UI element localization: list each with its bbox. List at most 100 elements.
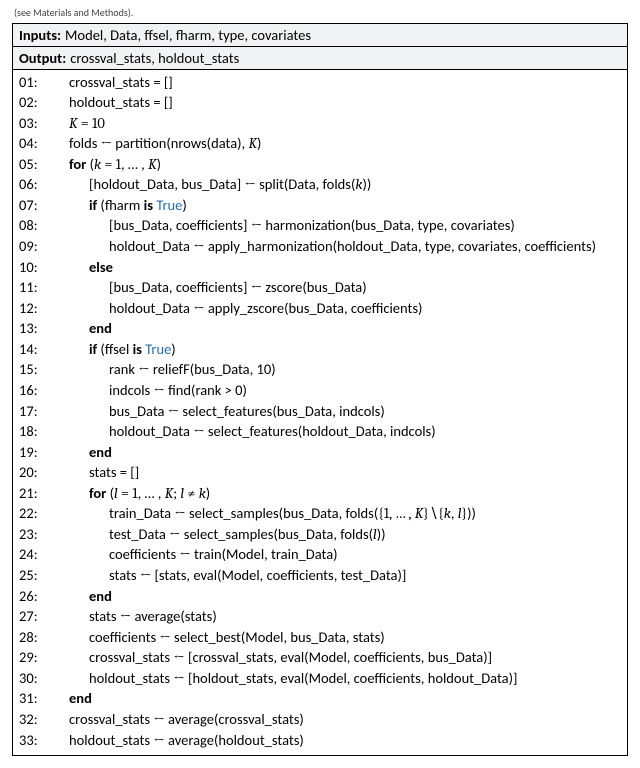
code-text: holdout_stats ← [holdout_stats, eval(Mod… [49, 669, 517, 689]
code-line: 33:holdout_stats ← average(holdout_stats… [13, 730, 627, 751]
line-number: 27: [19, 607, 49, 627]
code-line: 06:[holdout_Data, bus_Data] ← split(Data… [13, 175, 627, 196]
code-text: K = 10 [49, 114, 105, 134]
code-text: if (ffsel is True) [49, 340, 176, 360]
fragment-top: (see Materials and Methods). [14, 6, 628, 19]
line-number: 23: [19, 525, 49, 545]
output-value: crossval_stats, holdout_stats [70, 49, 239, 67]
code-line: 03:K = 10 [13, 113, 627, 134]
line-number: 12: [19, 299, 49, 319]
line-number: 24: [19, 545, 49, 565]
code-text: end [49, 587, 112, 607]
line-number: 14: [19, 340, 49, 360]
code-line: 02:holdout_stats = [] [13, 93, 627, 114]
code-text: test_Data ← select_samples(bus_Data, fol… [49, 525, 386, 545]
line-number: 08: [19, 216, 49, 236]
code-text: coefficients ← train(Model, train_Data) [49, 545, 338, 565]
code-text: train_Data ← select_samples(bus_Data, fo… [49, 504, 476, 524]
code-text: coefficients ← select_best(Model, bus_Da… [49, 628, 385, 648]
line-number: 26: [19, 587, 49, 607]
code-line: 23:test_Data ← select_samples(bus_Data, … [13, 524, 627, 545]
code-line: 04:folds ← partition(nrows(data), K) [13, 134, 627, 155]
code-line: 14:if (ffsel is True) [13, 339, 627, 360]
code-text: end [49, 319, 112, 339]
inputs-label: Inputs: [19, 26, 61, 44]
code-text: crossval_stats ← [crossval_stats, eval(M… [49, 648, 492, 668]
code-line: 15:rank ← reliefF(bus_Data, 10) [13, 360, 627, 381]
line-number: 13: [19, 319, 49, 339]
code-text: if (fharm is True) [49, 196, 187, 216]
code-text: end [49, 443, 112, 463]
code-line: 25:stats ← [stats, eval(Model, coefficie… [13, 566, 627, 587]
line-number: 01: [19, 73, 49, 93]
output-row: Output: crossval_stats, holdout_stats [13, 47, 627, 70]
code-text: crossval_stats ← average(crossval_stats) [49, 710, 304, 730]
code-line: 21:for (l = 1, … , K; l ≠ k) [13, 483, 627, 504]
line-number: 21: [19, 484, 49, 504]
line-number: 09: [19, 237, 49, 257]
code-text: holdout_Data ← apply_zscore(bus_Data, co… [49, 299, 422, 319]
code-text: for (l = 1, … , K; l ≠ k) [49, 484, 210, 504]
line-number: 19: [19, 443, 49, 463]
line-number: 29: [19, 648, 49, 668]
code-line: 31:end [13, 689, 627, 710]
line-number: 11: [19, 278, 49, 298]
code-line: 22:train_Data ← select_samples(bus_Data,… [13, 504, 627, 525]
line-number: 10: [19, 258, 49, 278]
line-number: 31: [19, 689, 49, 709]
line-number: 06: [19, 175, 49, 195]
code-line: 18:holdout_Data ← select_features(holdou… [13, 422, 627, 443]
code-text: crossval_stats = [] [49, 73, 173, 93]
code-text: [bus_Data, coefficients] ← zscore(bus_Da… [49, 278, 367, 298]
code-text: holdout_stats ← average(holdout_stats) [49, 731, 304, 751]
line-number: 04: [19, 134, 49, 154]
line-number: 02: [19, 93, 49, 113]
code-line: 17:bus_Data ← select_features(bus_Data, … [13, 401, 627, 422]
code-line: 30:holdout_stats ← [holdout_stats, eval(… [13, 668, 627, 689]
line-number: 25: [19, 566, 49, 586]
line-number: 22: [19, 504, 49, 524]
inputs-value: Model, Data, ffsel, fharm, type, covaria… [65, 26, 311, 44]
code-text: holdout_stats = [] [49, 93, 173, 113]
code-text: folds ← partition(nrows(data), K) [49, 134, 261, 154]
output-label: Output: [19, 49, 66, 67]
code-line: 10:else [13, 257, 627, 278]
code-text: for (k = 1, … , K) [49, 155, 161, 175]
code-line: 26:end [13, 586, 627, 607]
code-text: holdout_Data ← select_features(holdout_D… [49, 422, 436, 442]
code-line: 28:coefficients ← select_best(Model, bus… [13, 627, 627, 648]
code-line: 08:[bus_Data, coefficients] ← harmonizat… [13, 216, 627, 237]
code-text: stats ← [stats, eval(Model, coefficients… [49, 566, 406, 586]
line-number: 15: [19, 360, 49, 380]
code-line: 09:holdout_Data ← apply_harmonization(ho… [13, 237, 627, 258]
code-text: indcols ← find(rank > 0) [49, 381, 247, 401]
code-line: 16:indcols ← find(rank > 0) [13, 380, 627, 401]
code-text: bus_Data ← select_features(bus_Data, ind… [49, 402, 385, 422]
line-number: 18: [19, 422, 49, 442]
code-line: 05:for (k = 1, … , K) [13, 154, 627, 175]
code-line: 13:end [13, 319, 627, 340]
code-text: rank ← reliefF(bus_Data, 10) [49, 360, 276, 380]
code-line: 07:if (fharm is True) [13, 195, 627, 216]
code-line: 11:[bus_Data, coefficients] ← zscore(bus… [13, 278, 627, 299]
code-line: 20:stats = [] [13, 463, 627, 484]
code-text: [bus_Data, coefficients] ← harmonization… [49, 216, 515, 236]
code-text: stats = [] [49, 463, 139, 483]
code-line: 27:stats ← average(stats) [13, 607, 627, 628]
code-line: 01:crossval_stats = [] [13, 72, 627, 93]
code-text: holdout_Data ← apply_harmonization(holdo… [49, 237, 596, 257]
line-number: 30: [19, 669, 49, 689]
line-number: 16: [19, 381, 49, 401]
line-number: 03: [19, 114, 49, 134]
code-text: [holdout_Data, bus_Data] ← split(Data, f… [49, 175, 371, 195]
page: (see Materials and Methods). Inputs: Mod… [0, 0, 640, 768]
line-number: 07: [19, 196, 49, 216]
line-number: 20: [19, 463, 49, 483]
code-line: 12:holdout_Data ← apply_zscore(bus_Data,… [13, 298, 627, 319]
code-line: 19:end [13, 442, 627, 463]
line-number: 05: [19, 155, 49, 175]
line-number: 17: [19, 402, 49, 422]
code-line: 29:crossval_stats ← [crossval_stats, eva… [13, 648, 627, 669]
algorithm-body: 01:crossval_stats = []02:holdout_stats =… [13, 70, 627, 755]
line-number: 32: [19, 710, 49, 730]
